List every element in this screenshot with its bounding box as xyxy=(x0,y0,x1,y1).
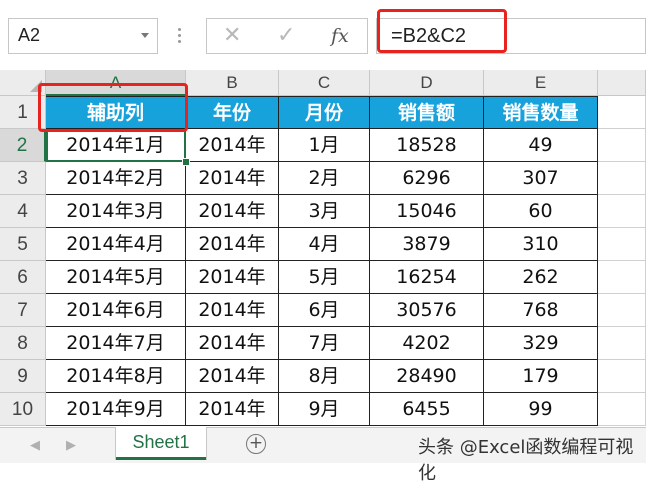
table-cell[interactable]: 2014年 xyxy=(186,261,279,294)
table-cell[interactable]: 2014年 xyxy=(186,129,279,162)
empty-cell[interactable] xyxy=(598,294,646,327)
insert-function-icon[interactable]: fx xyxy=(331,25,349,47)
table-header-cell[interactable]: 月份 xyxy=(279,96,370,129)
table-cell[interactable]: 6455 xyxy=(370,393,484,426)
row-header-9[interactable]: 9 xyxy=(0,360,46,393)
table-cell[interactable]: 4月 xyxy=(279,228,370,261)
column-header-f[interactable] xyxy=(598,70,646,96)
table-cell[interactable]: 307 xyxy=(484,162,598,195)
table-cell[interactable]: 2月 xyxy=(279,162,370,195)
column-header-a[interactable]: A xyxy=(46,70,186,96)
table-cell[interactable]: 2014年 xyxy=(186,162,279,195)
table-cell[interactable]: 2014年3月 xyxy=(46,195,186,228)
table-cell[interactable]: 262 xyxy=(484,261,598,294)
table-cell[interactable]: 179 xyxy=(484,360,598,393)
table-cell[interactable]: 2014年 xyxy=(186,360,279,393)
table-cell[interactable]: 768 xyxy=(484,294,598,327)
formula-input[interactable]: =B2&C2 xyxy=(376,18,646,54)
row-header-10[interactable]: 10 xyxy=(0,393,46,426)
table-cell[interactable]: 2014年 xyxy=(186,294,279,327)
empty-cell[interactable] xyxy=(598,327,646,360)
table-header-cell[interactable]: 销售额 xyxy=(370,96,484,129)
table-cell[interactable]: 99 xyxy=(484,393,598,426)
empty-cell[interactable] xyxy=(598,360,646,393)
table-cell[interactable]: 18528 xyxy=(370,129,484,162)
table-cell[interactable]: 2014年2月 xyxy=(46,162,186,195)
column-header-e[interactable]: E xyxy=(484,70,598,96)
table-cell[interactable]: 2014年6月 xyxy=(46,294,186,327)
fill-handle[interactable] xyxy=(182,158,190,166)
enter-icon[interactable]: ✓ xyxy=(277,23,295,48)
empty-cell[interactable] xyxy=(598,96,646,129)
row-header-3[interactable]: 3 xyxy=(0,162,46,195)
table-cell[interactable]: 1月 xyxy=(279,129,370,162)
table-cell[interactable]: 28490 xyxy=(370,360,484,393)
empty-cell[interactable] xyxy=(598,195,646,228)
scroll-left-icon[interactable]: ◀ xyxy=(30,438,40,453)
column-header-b[interactable]: B xyxy=(186,70,279,96)
row-header-2[interactable]: 2 xyxy=(0,129,46,162)
table-cell[interactable]: 4202 xyxy=(370,327,484,360)
empty-cell[interactable] xyxy=(598,129,646,162)
table-cell[interactable]: 30576 xyxy=(370,294,484,327)
formula-buttons: ✕ ✓ fx xyxy=(206,18,368,54)
formula-bar: A2 ✕ ✓ fx =B2&C2 xyxy=(0,0,646,70)
table-cell[interactable]: 3月 xyxy=(279,195,370,228)
table-cell[interactable]: 7月 xyxy=(279,327,370,360)
column-header-d[interactable]: D xyxy=(370,70,484,96)
scroll-right-icon[interactable]: ▶ xyxy=(66,438,76,453)
table-cell[interactable]: 2014年5月 xyxy=(46,261,186,294)
row-header-7[interactable]: 7 xyxy=(0,294,46,327)
table-header-cell[interactable]: 销售数量 xyxy=(484,96,598,129)
table-cell[interactable]: 2014年4月 xyxy=(46,228,186,261)
table-header-cell[interactable]: 年份 xyxy=(186,96,279,129)
table-cell[interactable]: 329 xyxy=(484,327,598,360)
table-cell[interactable]: 3879 xyxy=(370,228,484,261)
name-box[interactable]: A2 xyxy=(8,18,158,54)
watermark: 头条 @Excel函数编程可视化 xyxy=(418,437,634,484)
table-cell[interactable]: 310 xyxy=(484,228,598,261)
table-cell[interactable]: 15046 xyxy=(370,195,484,228)
table-header-cell[interactable]: 辅助列 xyxy=(46,96,186,129)
add-sheet-icon[interactable]: + xyxy=(246,434,266,454)
name-box-dropdown-icon[interactable] xyxy=(141,33,149,38)
table-cell[interactable]: 2014年 xyxy=(186,195,279,228)
table-cell[interactable]: 5月 xyxy=(279,261,370,294)
empty-cell[interactable] xyxy=(598,393,646,426)
table-cell[interactable]: 2014年 xyxy=(186,393,279,426)
table-cell[interactable]: 2014年8月 xyxy=(46,360,186,393)
table-cell[interactable]: 49 xyxy=(484,129,598,162)
row-header-8[interactable]: 8 xyxy=(0,327,46,360)
table-cell[interactable]: 60 xyxy=(484,195,598,228)
sheet-tab-sheet1[interactable]: Sheet1 xyxy=(116,427,206,460)
select-all-corner[interactable] xyxy=(0,70,46,96)
cancel-icon[interactable]: ✕ xyxy=(223,23,241,48)
formula-text[interactable]: =B2&C2 xyxy=(391,25,466,48)
table-cell[interactable]: 9月 xyxy=(279,393,370,426)
table-cell[interactable]: 2014年 xyxy=(186,327,279,360)
spreadsheet-grid: A B C D E 1 辅助列 年份 月份 销售额 销售数量 2 2014年1月 2014年 1月 18528… xyxy=(0,70,646,427)
row-header-1[interactable]: 1 xyxy=(0,96,46,129)
column-header-c[interactable]: C xyxy=(279,70,370,96)
table-cell[interactable]: 8月 xyxy=(279,360,370,393)
table-cell[interactable]: 6月 xyxy=(279,294,370,327)
table-cell[interactable]: 6296 xyxy=(370,162,484,195)
table-cell[interactable]: 2014年9月 xyxy=(46,393,186,426)
empty-cell[interactable] xyxy=(598,228,646,261)
row-header-4[interactable]: 4 xyxy=(0,195,46,228)
table-cell[interactable]: 16254 xyxy=(370,261,484,294)
row-header-6[interactable]: 6 xyxy=(0,261,46,294)
row-header-5[interactable]: 5 xyxy=(0,228,46,261)
table-cell[interactable]: 2014年 xyxy=(186,228,279,261)
table-cell[interactable]: 2014年7月 xyxy=(46,327,186,360)
formula-bar-resize-handle[interactable] xyxy=(176,25,182,45)
sheet-tab-bar: ◀ ▶ Sheet1 + 头条 @Excel函数编程可视化 xyxy=(0,427,646,484)
empty-cell[interactable] xyxy=(598,261,646,294)
table-cell[interactable]: 2014年1月 xyxy=(46,129,186,162)
name-box-value[interactable]: A2 xyxy=(18,25,40,46)
empty-cell[interactable] xyxy=(598,162,646,195)
